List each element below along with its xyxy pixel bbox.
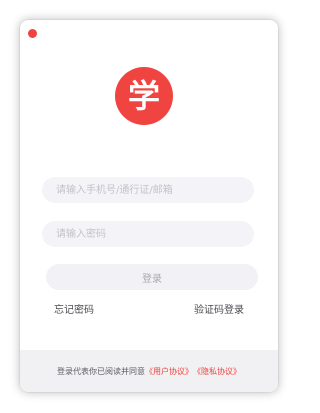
login-window: 学 登录 忘记密码 验证码登录 登录代表你已阅读并同意《用户协议》《隐私协议》 [20, 20, 278, 392]
password-input[interactable] [42, 221, 254, 247]
agreement-footer: 登录代表你已阅读并同意 《用户协议》 《隐私协议》 [20, 350, 278, 392]
account-input[interactable] [42, 177, 254, 203]
forgot-password-link[interactable]: 忘记密码 [54, 301, 94, 316]
user-agreement-link[interactable]: 《用户协议》 [145, 366, 193, 377]
agreement-prefix: 登录代表你已阅读并同意 [57, 366, 145, 376]
privacy-policy-link[interactable]: 《隐私协议》 [193, 366, 241, 377]
app-logo: 学 [115, 67, 173, 125]
code-login-link[interactable]: 验证码登录 [194, 301, 244, 316]
login-button[interactable]: 登录 [46, 264, 258, 290]
logo-char: 学 [127, 77, 160, 115]
close-window-button[interactable] [28, 29, 37, 38]
